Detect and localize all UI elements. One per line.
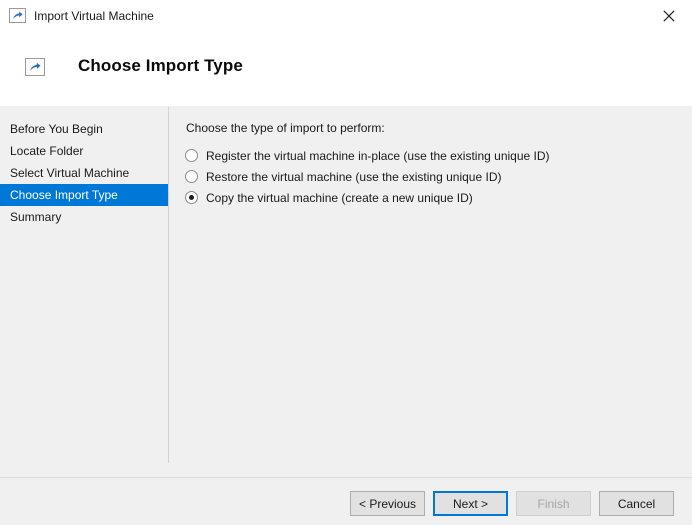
- sidebar-item-select-virtual-machine[interactable]: Select Virtual Machine: [0, 162, 168, 184]
- radio-icon-unchecked[interactable]: [185, 149, 198, 162]
- previous-button[interactable]: < Previous: [350, 491, 425, 516]
- finish-button: Finish: [516, 491, 591, 516]
- header-band: Choose Import Type: [0, 31, 692, 106]
- radio-label-restore: Restore the virtual machine (use the exi…: [206, 169, 502, 184]
- radio-option-restore[interactable]: Restore the virtual machine (use the exi…: [185, 166, 550, 187]
- wizard-button-row: < Previous Next > Finish Cancel: [350, 491, 674, 516]
- blue-arrow-glyph: [30, 62, 41, 71]
- import-vm-icon-large: [25, 58, 45, 76]
- radio-icon-unchecked[interactable]: [185, 170, 198, 183]
- import-virtual-machine-dialog: Import Virtual Machine Choose Import Typ…: [0, 0, 692, 525]
- footer-bar: < Previous Next > Finish Cancel: [0, 478, 692, 525]
- radio-label-copy: Copy the virtual machine (create a new u…: [206, 190, 473, 205]
- page-title: Choose Import Type: [78, 56, 243, 75]
- title-bar: Import Virtual Machine: [0, 0, 692, 31]
- sidebar-item-locate-folder[interactable]: Locate Folder: [0, 140, 168, 162]
- next-button[interactable]: Next >: [433, 491, 508, 516]
- close-icon[interactable]: [646, 0, 692, 31]
- main-content: Choose the type of import to perform: Re…: [169, 106, 692, 477]
- window-title: Import Virtual Machine: [34, 8, 154, 23]
- radio-option-register-in-place[interactable]: Register the virtual machine in-place (u…: [185, 145, 550, 166]
- wizard-steps-sidebar: Before You Begin Locate Folder Select Vi…: [0, 106, 168, 477]
- blue-arrow-glyph: [13, 11, 23, 19]
- radio-icon-checked[interactable]: [185, 191, 198, 204]
- import-type-radio-group: Register the virtual machine in-place (u…: [185, 145, 550, 208]
- sidebar-item-choose-import-type[interactable]: Choose Import Type: [0, 184, 168, 206]
- radio-label-register-in-place: Register the virtual machine in-place (u…: [206, 148, 550, 163]
- cancel-button[interactable]: Cancel: [599, 491, 674, 516]
- import-vm-icon: [9, 8, 26, 23]
- sidebar-list: Before You Begin Locate Folder Select Vi…: [0, 118, 168, 228]
- close-glyph: [663, 9, 675, 22]
- sidebar-item-summary[interactable]: Summary: [0, 206, 168, 228]
- radio-option-copy[interactable]: Copy the virtual machine (create a new u…: [185, 187, 550, 208]
- import-type-prompt: Choose the type of import to perform:: [186, 121, 385, 135]
- sidebar-item-before-you-begin[interactable]: Before You Begin: [0, 118, 168, 140]
